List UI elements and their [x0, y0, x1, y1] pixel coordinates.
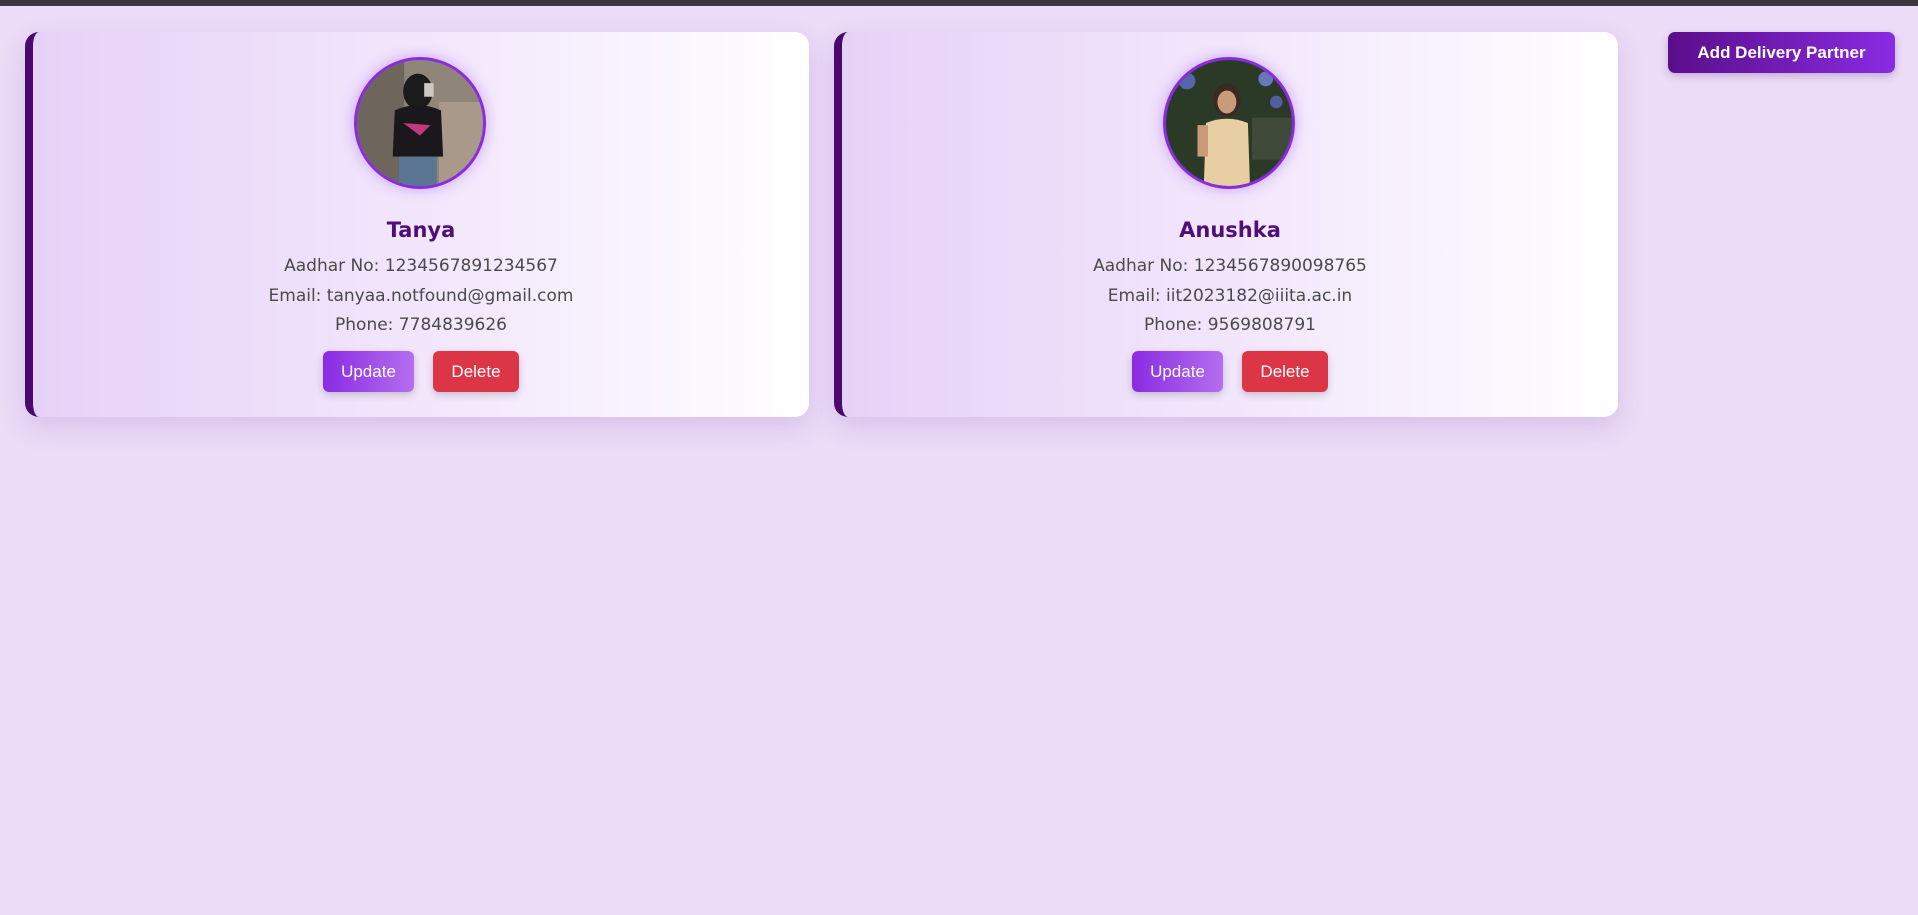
- partner-name: Anushka: [1179, 218, 1281, 242]
- update-button[interactable]: Update: [1132, 351, 1223, 392]
- partner-actions: Update Delete: [33, 351, 809, 392]
- partner-aadhar: Aadhar No: 1234567890098765: [1093, 256, 1367, 276]
- add-delivery-partner-button[interactable]: Add Delivery Partner: [1668, 32, 1895, 73]
- avatar-photo: [357, 60, 483, 186]
- partner-phone: Phone: 9569808791: [1144, 315, 1316, 335]
- delete-button[interactable]: Delete: [433, 351, 519, 392]
- partner-avatar: [1163, 57, 1295, 189]
- update-button[interactable]: Update: [323, 351, 414, 392]
- partner-name: Tanya: [386, 218, 456, 242]
- browser-top-strip: [0, 0, 1918, 6]
- partner-phone: Phone: 7784839626: [335, 315, 507, 335]
- partner-card: Tanya Aadhar No: 1234567891234567 Email:…: [25, 32, 809, 417]
- partner-actions: Update Delete: [842, 351, 1618, 392]
- delete-button[interactable]: Delete: [1242, 351, 1328, 392]
- partner-aadhar: Aadhar No: 1234567891234567: [284, 256, 558, 276]
- avatar-photo: [1166, 60, 1292, 186]
- partner-email: Email: tanyaa.notfound@gmail.com: [268, 286, 574, 306]
- partner-card: Anushka Aadhar No: 1234567890098765 Emai…: [834, 32, 1618, 417]
- partner-avatar: [354, 57, 486, 189]
- partner-email: Email: iit2023182@iiita.ac.in: [1107, 286, 1353, 306]
